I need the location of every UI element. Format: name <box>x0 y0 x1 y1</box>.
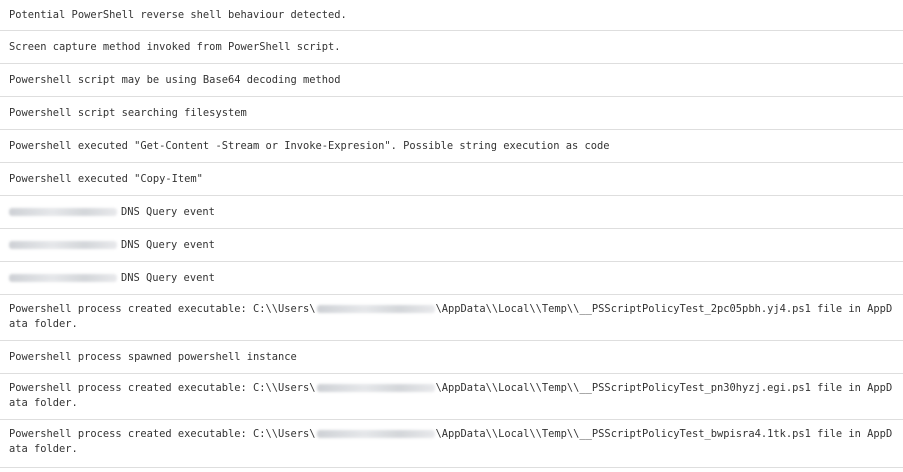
alert-text: Powershell executed "Copy-Item" <box>9 173 203 185</box>
alert-text: Powershell script may be using Base64 de… <box>9 74 341 86</box>
redacted-source-blur <box>9 208 117 216</box>
alert-row[interactable]: Powershell script searching filesystem <box>0 96 903 129</box>
alert-text-prefix: Powershell process created executable: C… <box>9 428 316 440</box>
redacted-source-blur <box>9 274 117 282</box>
alert-row[interactable]: DNS Query event <box>0 195 903 228</box>
alert-row[interactable]: Powershell process created executable: C… <box>0 419 903 467</box>
alert-row[interactable]: Powershell executed "Get-Content -Stream… <box>0 129 903 162</box>
redacted-username-blur <box>316 430 435 438</box>
redacted-username-blur <box>316 305 435 313</box>
alert-row[interactable]: Powershell script may be using Base64 de… <box>0 63 903 96</box>
alert-row[interactable]: Powershell process created executable: C… <box>0 373 903 419</box>
alert-text: DNS Query event <box>121 239 215 251</box>
alert-row[interactable]: DNS Query event <box>0 261 903 294</box>
redacted-source-blur <box>9 241 117 249</box>
alert-text: Powershell process spawned powershell in… <box>9 351 297 363</box>
alert-row[interactable]: Potential PowerShell reverse shell behav… <box>0 0 903 30</box>
alert-text-prefix: Powershell process created executable: C… <box>9 303 316 315</box>
alert-row[interactable]: Powershell process created executable: C… <box>0 294 903 340</box>
alert-list: Potential PowerShell reverse shell behav… <box>0 0 903 468</box>
alert-row[interactable]: Powershell process spawned powershell in… <box>0 340 903 373</box>
alert-text-prefix: Powershell process created executable: C… <box>9 382 316 394</box>
alert-text: Screen capture method invoked from Power… <box>9 41 341 53</box>
alert-row[interactable]: Screen capture method invoked from Power… <box>0 30 903 63</box>
alert-text: DNS Query event <box>121 206 215 218</box>
alert-row[interactable]: Powershell executed "Copy-Item" <box>0 162 903 195</box>
alert-text: Potential PowerShell reverse shell behav… <box>9 9 347 21</box>
alert-text: Powershell script searching filesystem <box>9 107 247 119</box>
alert-text: DNS Query event <box>121 272 215 284</box>
alert-row[interactable]: DNS Query event <box>0 228 903 261</box>
alert-text: Powershell executed "Get-Content -Stream… <box>9 140 610 152</box>
redacted-username-blur <box>316 384 435 392</box>
